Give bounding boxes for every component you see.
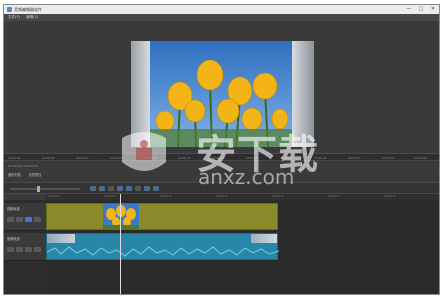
- ruler-tick: 00:00:00: [8, 156, 21, 160]
- audio-clip[interactable]: [46, 233, 279, 260]
- visibility-button[interactable]: [25, 217, 32, 222]
- zoom-slider[interactable]: [10, 186, 80, 192]
- close-button[interactable]: ✕: [429, 5, 437, 14]
- zoom-slider-knob[interactable]: [37, 186, 40, 192]
- track-headers: 视频轨道 音频轨道: [4, 200, 46, 294]
- audio-waveform: [47, 246, 279, 257]
- maximize-button[interactable]: □: [417, 5, 425, 14]
- lock-button[interactable]: [16, 217, 23, 222]
- composite-button[interactable]: [34, 247, 41, 252]
- video-clip[interactable]: [46, 203, 278, 230]
- track-name: 音频轨道: [7, 237, 20, 241]
- time-display: 00:00:00 / 00:00:30: [8, 164, 38, 168]
- ruler-tick: 00:00:05: [42, 156, 55, 160]
- window-title: 音频编辑器软件: [14, 7, 42, 12]
- watermark-url: anxz.com: [198, 165, 295, 189]
- minimize-button[interactable]: —: [405, 5, 413, 14]
- ruler-tick: 00:00:10: [76, 156, 89, 160]
- menu-file[interactable]: 文件(F): [8, 14, 20, 21]
- window-controls: — □ ✕: [405, 5, 437, 14]
- audio-track-header[interactable]: 音频轨道: [4, 233, 46, 261]
- timeline-tick: 00:00:25: [328, 195, 340, 198]
- timeline-tick: 00:00:15: [216, 195, 228, 198]
- cut-icon[interactable]: [90, 186, 96, 191]
- mute-button[interactable]: [7, 217, 14, 222]
- mute-button[interactable]: [7, 247, 14, 252]
- ruler-tick: 00:00:55: [382, 156, 395, 160]
- timeline-tick: 00:00:00: [48, 195, 60, 198]
- menu-bar: 文件(F) 编辑(E): [4, 14, 439, 21]
- playhead[interactable]: [120, 194, 121, 294]
- tulip-thumbnail: [103, 204, 139, 230]
- ruler-tick: 00:00:50: [348, 156, 361, 160]
- video-track-header[interactable]: 视频轨道: [4, 203, 46, 231]
- menu-edit[interactable]: 编辑(E): [26, 14, 38, 21]
- timeline-tick: 00:00:20: [272, 195, 284, 198]
- title-bar: 音频编辑器软件 — □ ✕: [4, 5, 439, 14]
- app-icon: [7, 7, 12, 12]
- timeline-lanes[interactable]: [46, 200, 439, 294]
- copy-icon[interactable]: [99, 186, 105, 191]
- timeline-tick: 00:00:30: [384, 195, 396, 198]
- composite-button[interactable]: [34, 217, 41, 222]
- timeline-tick: 00:00:05: [104, 195, 116, 198]
- lock-button[interactable]: [16, 247, 23, 252]
- timeline-tick: 00:00:10: [160, 195, 172, 198]
- tab-filters[interactable]: 滤镜属性: [29, 171, 42, 180]
- clip-thumbnail: [103, 204, 139, 230]
- track-name: 视频轨道: [7, 207, 20, 211]
- tab-playlist[interactable]: 播放列表: [8, 171, 21, 180]
- ruler-tick: 00:01:00: [414, 156, 427, 160]
- visibility-button[interactable]: [25, 247, 32, 252]
